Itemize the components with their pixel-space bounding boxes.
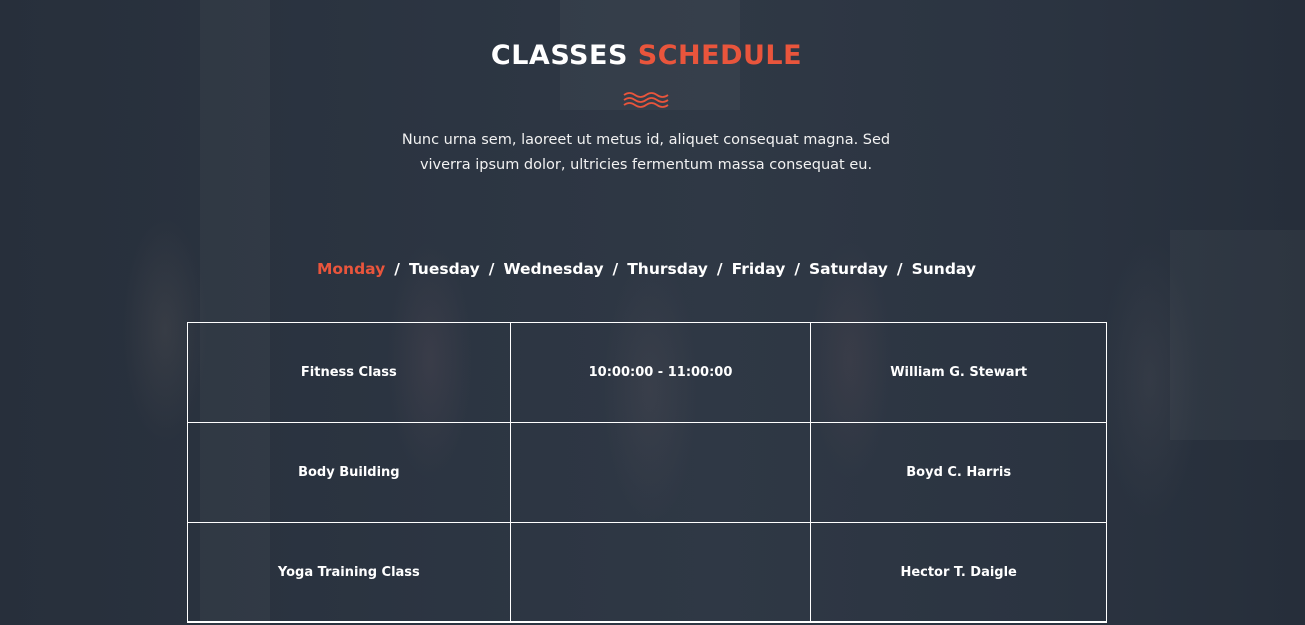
- table-row: Fitness Class 10:00:00 - 11:00:00 Willia…: [187, 322, 1107, 423]
- day-separator: /: [612, 260, 619, 278]
- section-title: CLASSES SCHEDULE: [0, 37, 1293, 75]
- class-name-cell: Body Building: [187, 422, 511, 523]
- trainer-cell: William G. Stewart: [810, 322, 1107, 423]
- schedule-table: Fitness Class 10:00:00 - 11:00:00 Willia…: [187, 322, 1107, 623]
- day-separator: /: [716, 260, 723, 278]
- class-time-cell: [509, 522, 812, 623]
- tab-thursday[interactable]: Thursday: [627, 260, 708, 278]
- section-title-accent: SCHEDULE: [637, 40, 803, 71]
- class-name-cell: Yoga Training Class: [187, 522, 511, 623]
- tab-tuesday[interactable]: Tuesday: [409, 260, 480, 278]
- tab-wednesday[interactable]: Wednesday: [503, 260, 603, 278]
- day-separator: /: [794, 260, 801, 278]
- table-row: Body Building Boyd C. Harris: [187, 422, 1107, 523]
- class-time-cell: 10:00:00 - 11:00:00: [509, 322, 812, 423]
- table-next-row-border: [187, 621, 1107, 622]
- tab-sunday[interactable]: Sunday: [912, 260, 976, 278]
- day-separator: /: [896, 260, 903, 278]
- day-separator: /: [394, 260, 400, 278]
- section-title-main: CLASSES: [490, 40, 628, 71]
- class-time-cell: [509, 422, 812, 523]
- table-row: Yoga Training Class Hector T. Daigle: [187, 522, 1107, 623]
- section-intro: Nunc urna sem, laoreet ut metus id, aliq…: [401, 132, 891, 173]
- class-name-cell: Fitness Class: [187, 322, 511, 423]
- tab-friday[interactable]: Friday: [732, 260, 786, 278]
- tab-monday[interactable]: Monday: [317, 260, 385, 278]
- tab-saturday[interactable]: Saturday: [809, 260, 888, 278]
- wave-divider-icon: [623, 92, 669, 108]
- trainer-cell: Hector T. Daigle: [810, 522, 1107, 623]
- day-tabs: Monday / Tuesday / Wednesday / Thursday / Friday…: [0, 257, 1293, 281]
- trainer-cell: Boyd C. Harris: [810, 422, 1107, 523]
- day-separator: /: [488, 260, 495, 278]
- classes-schedule-section: CLASSES SCHEDULE Nunc urna sem, laoreet …: [0, 0, 1305, 625]
